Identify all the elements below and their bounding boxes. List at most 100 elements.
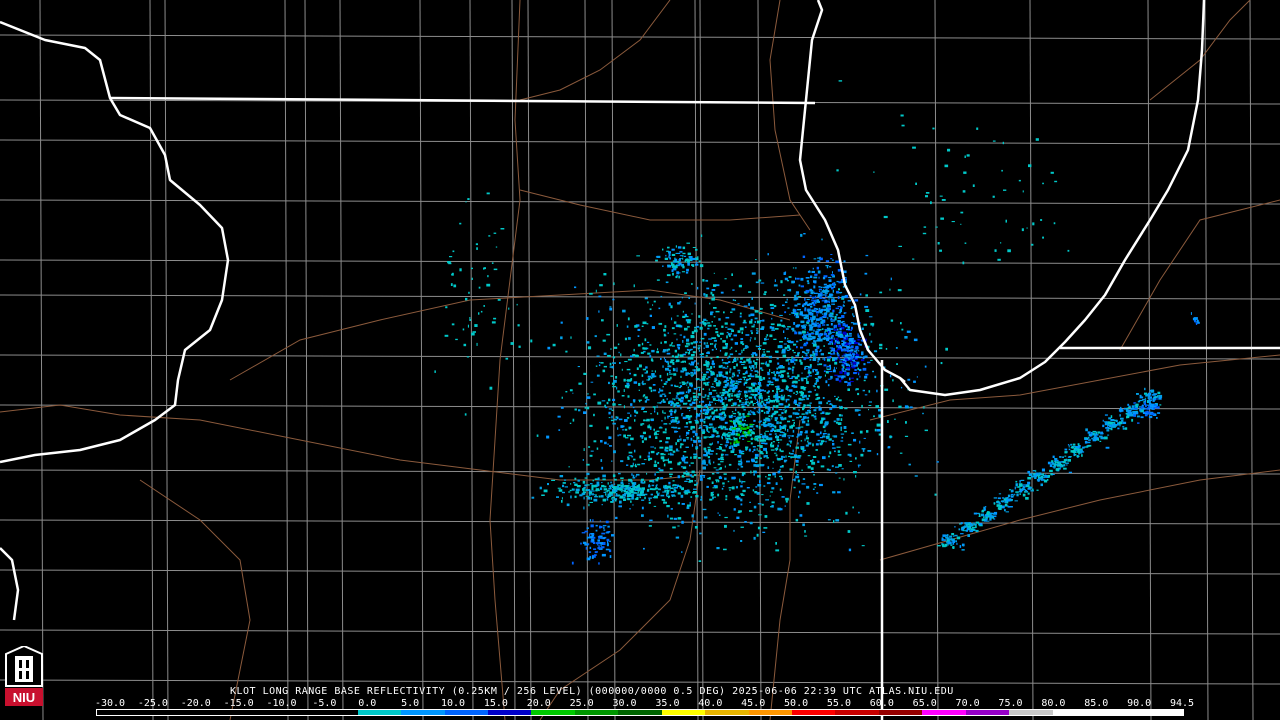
radar-echo [737,303,740,305]
radar-echo [1027,476,1031,480]
radar-echo [547,483,549,486]
radar-echo [610,348,612,350]
radar-echo [770,429,773,432]
radar-echo [592,492,594,496]
radar-echo [764,399,768,401]
radar-echo [696,366,699,369]
radar-echo [1003,189,1007,191]
radar-echo [797,479,800,483]
radar-echo [724,524,727,528]
radar-echo [583,496,585,500]
radar-echo [852,313,854,316]
highway-lines [0,0,1280,720]
radar-echo [937,545,941,547]
radar-echo [660,494,665,497]
radar-echo [772,467,774,469]
radar-echo [730,414,733,417]
radar-echo [619,500,622,504]
radar-echo [826,436,829,440]
radar-echo [716,374,719,378]
radar-echo [733,421,736,425]
radar-echo [677,427,681,430]
radar-echo [698,457,701,459]
radar-echo [603,352,607,355]
radar-echo [701,429,705,431]
radar-echo [748,291,752,293]
radar-echo [813,280,817,283]
radar-echo [731,429,736,433]
radar-echo [778,366,782,368]
radar-echo [852,359,855,362]
radar-echo [735,417,738,420]
radar-echo [837,422,842,425]
radar-echo [861,340,863,342]
radar-echo [800,387,803,390]
radar-echo [737,404,741,407]
radar-echo [817,360,819,363]
radar-echo [618,404,622,406]
radar-echo [733,374,736,377]
radar-echo [960,223,962,225]
radar-echo [765,336,767,338]
radar-echo [801,420,806,424]
radar-echo [628,451,633,454]
radar-echo [845,345,847,347]
radar-echo [876,453,879,456]
radar-echo [722,432,726,436]
radar-echo [694,483,697,486]
radar-echo [874,375,877,379]
radar-echo [854,369,857,371]
radar-echo [1133,402,1135,405]
radar-echo [799,359,802,363]
radar-echo [827,305,831,308]
radar-echo [608,411,611,415]
radar-echo [575,491,579,494]
radar-echo [787,337,789,340]
radar-echo [970,524,974,527]
radar-echo [674,355,679,359]
radar-echo [677,438,681,440]
radar-echo [822,324,826,326]
radar-echo [698,350,701,352]
radar-echo [799,514,803,517]
radar-echo [776,367,778,370]
radar-echo [727,365,729,368]
radar-echo [1002,141,1004,145]
radar-echo [640,351,644,354]
color-bar-segment [574,710,619,715]
radar-echo [734,299,736,302]
radar-echo [609,491,613,495]
radar-echo [954,534,958,537]
radar-echo [674,385,679,388]
radar-echo [827,433,830,436]
radar-echo [601,554,606,557]
radar-echo [659,446,664,449]
radar-echo [798,402,802,404]
radar-echo [776,357,779,360]
radar-echo [689,384,693,387]
radar-echo [711,442,713,445]
radar-echo [826,368,831,370]
radar-echo [764,515,768,518]
radar-echo [750,318,753,321]
radar-echo [759,307,762,310]
radar-echo [741,398,743,399]
radar-echo [1084,440,1088,444]
radar-echo [676,450,680,452]
radar-echo [819,311,823,314]
radar-echo [672,398,675,400]
radar-echo [1032,470,1035,472]
radar-echo [738,284,742,288]
radar-echo [743,382,745,386]
radar-echo [742,413,745,416]
radar-echo [658,391,660,394]
radar-echo [807,440,809,443]
radar-echo [665,459,669,461]
radar-echo [686,242,690,244]
radar-echo [644,396,648,399]
radar-echo [762,319,765,322]
radar-echo [656,430,660,432]
radar-echo [946,537,950,540]
radar-echo [666,352,671,355]
radar-echo [780,280,783,284]
